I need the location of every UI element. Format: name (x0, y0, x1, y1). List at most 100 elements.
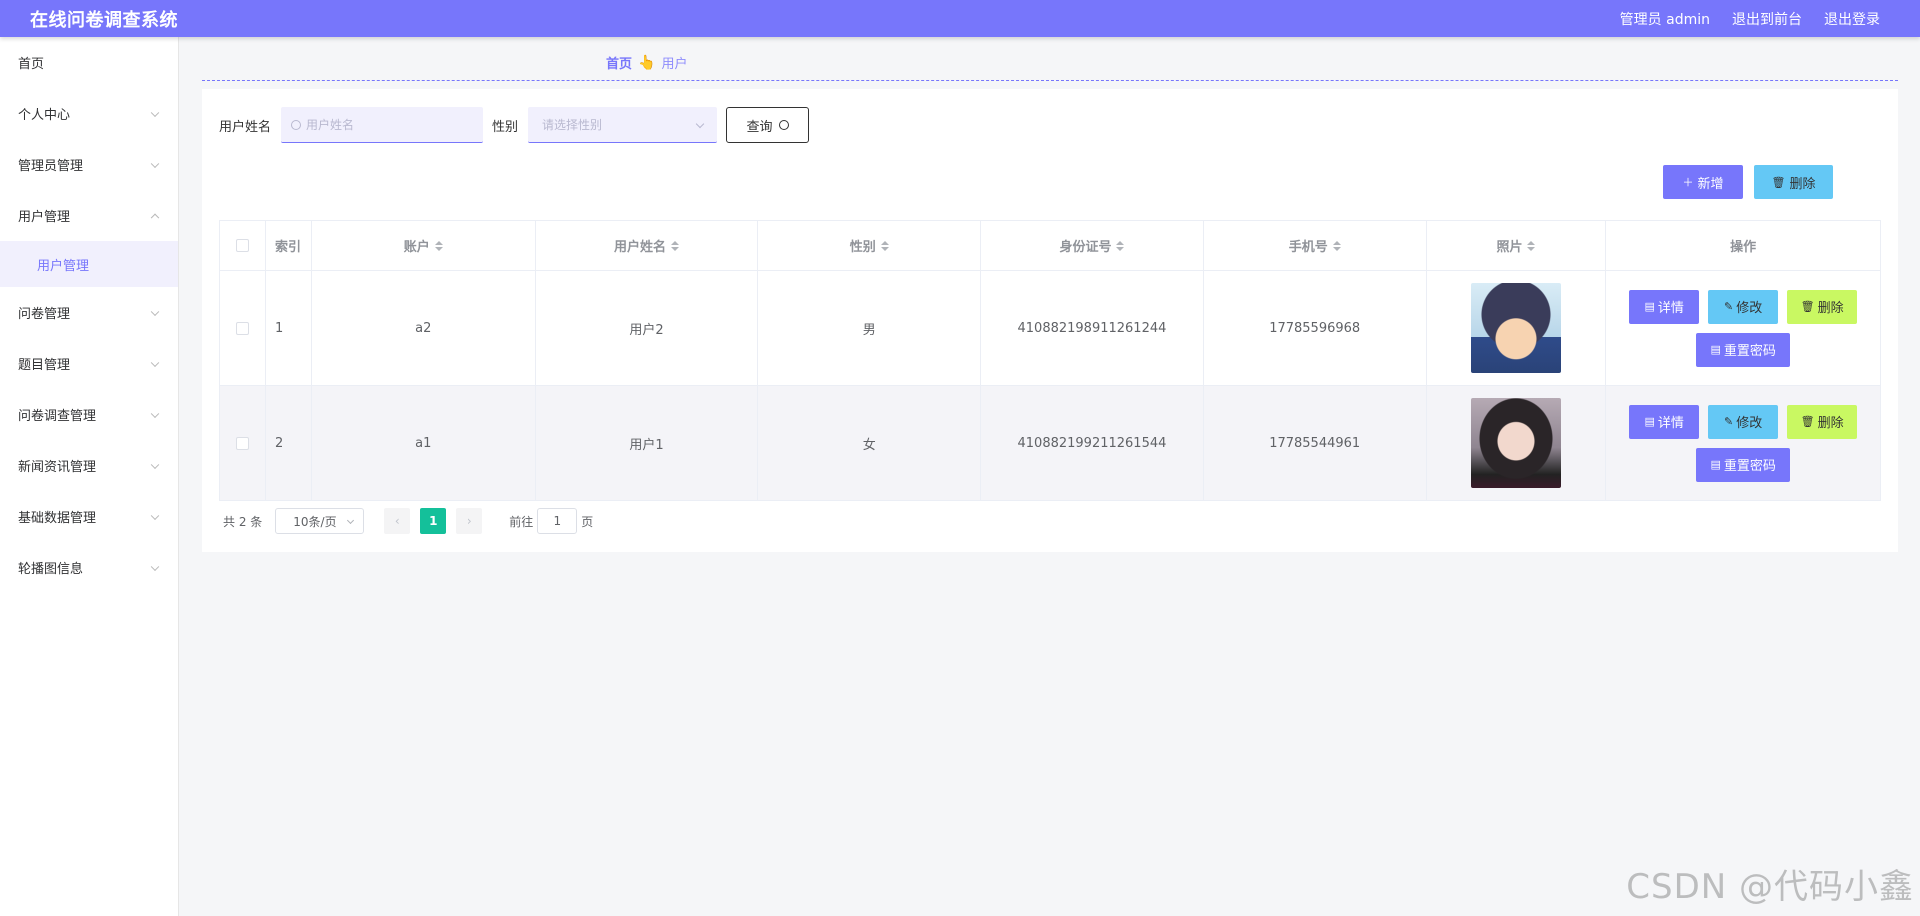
document-icon: ▤ (1710, 458, 1721, 471)
sidebar-item-carousel-info[interactable]: 轮播图信息 (0, 542, 178, 593)
admin-label: 管理员 admin (1619, 11, 1710, 28)
chevron-down-icon (150, 307, 160, 316)
cell-gender: 女 (758, 386, 982, 500)
prev-page-button[interactable]: ‹ (384, 508, 411, 534)
breadcrumb-current: 用户 (661, 57, 688, 72)
cell-actions: ▤ 详情 ✎ 修改 🗑 删除 ▤ 重置密码 (1606, 386, 1880, 500)
header-account[interactable]: 账户 (312, 221, 536, 270)
sidebar-item-user-management[interactable]: 用户管理 (0, 190, 178, 241)
query-button[interactable]: 查询 (726, 107, 810, 143)
top-bar: 在线问卷调查系统 管理员 admin 退出到前台 退出登录 (0, 0, 1920, 37)
sidebar-item-questionnaire-management[interactable]: 问卷管理 (0, 287, 178, 338)
detail-label: 详情 (1657, 416, 1684, 431)
cell-gender: 男 (758, 271, 982, 385)
document-icon: ▤ (1710, 343, 1721, 356)
page-size-select[interactable]: 10条/页 (275, 508, 365, 534)
chevron-down-icon (150, 460, 160, 469)
row-checkbox[interactable] (235, 321, 249, 335)
next-page-button[interactable]: › (456, 508, 483, 534)
table-row: 1 a2 用户2 男 410882198911261244 1778559696… (220, 271, 1880, 386)
sort-icon[interactable] (434, 240, 443, 251)
gender-select[interactable]: 请选择性别 (528, 107, 718, 143)
cell-phone: 17785596968 (1204, 271, 1427, 385)
edit-button[interactable]: ✎ 修改 (1708, 289, 1779, 324)
add-button-label: 新增 (1697, 176, 1724, 192)
sidebar-item-admin-management[interactable]: 管理员管理 (0, 139, 178, 190)
sidebar-item-survey-management[interactable]: 问卷调查管理 (0, 389, 178, 440)
header-phone[interactable]: 手机号 (1204, 221, 1427, 270)
header-id-card[interactable]: 身份证号 (981, 221, 1204, 270)
watermark: CSDN @代码小鑫 (1626, 867, 1914, 907)
pointing-hand-icon: 👆 (638, 54, 656, 71)
chevron-down-icon (695, 119, 705, 129)
sort-icon[interactable] (1527, 240, 1536, 251)
chevron-down-icon (150, 511, 160, 520)
delete-label: 删除 (1817, 416, 1844, 431)
cell-account: a2 (312, 271, 536, 385)
sidebar-item-base-data-management[interactable]: 基础数据管理 (0, 491, 178, 542)
delete-button[interactable]: 🗑 删除 (1787, 289, 1858, 324)
select-all-checkbox[interactable] (235, 239, 249, 252)
goto-page-input[interactable]: 1 (537, 508, 578, 534)
sidebar-item-question-management[interactable]: 题目管理 (0, 338, 178, 389)
sidebar-subitem-user-management[interactable]: 用户管理 (0, 241, 178, 287)
query-button-label: 查询 (746, 119, 773, 135)
sidebar-item-home[interactable]: 首页 (0, 37, 178, 88)
delete-button[interactable]: 🗑 删除 (1787, 404, 1858, 439)
document-icon: ▤ (1644, 300, 1655, 313)
cell-photo (1427, 271, 1607, 385)
breadcrumb-home[interactable]: 首页 (606, 53, 632, 72)
sidebar: 首页 个人中心 管理员管理 用户管理 用户管理 问卷管理 题目管理 问卷调查管理… (0, 37, 179, 916)
user-photo[interactable] (1470, 398, 1561, 488)
user-photo[interactable] (1470, 283, 1561, 373)
cell-photo (1427, 386, 1607, 500)
chevron-down-icon (150, 159, 160, 168)
cell-index: 2 (266, 386, 312, 500)
name-label: 用户姓名 (219, 119, 272, 135)
cell-actions: ▤ 详情 ✎ 修改 🗑 删除 ▤ 重置密码 (1606, 271, 1880, 385)
goto-label: 前往 (509, 514, 534, 529)
pagination: 共 2 条 10条/页 ‹ 1 › 前往 1 页 (223, 508, 593, 534)
row-checkbox[interactable] (235, 436, 249, 450)
page-size-value: 10条/页 (293, 514, 337, 529)
header-photo[interactable]: 照片 (1427, 221, 1607, 270)
chevron-down-icon (150, 108, 160, 117)
header-name[interactable]: 用户姓名 (536, 221, 759, 270)
header-label: 性别 (849, 240, 876, 255)
logout-link[interactable]: 退出登录 (1824, 9, 1880, 29)
cell-account: a1 (312, 386, 536, 500)
header-label: 手机号 (1288, 240, 1328, 255)
detail-button[interactable]: ▤ 详情 (1629, 404, 1700, 439)
sidebar-item-label: 基础数据管理 (18, 511, 97, 526)
plus-icon: ＋ (1682, 176, 1694, 189)
sort-icon[interactable] (671, 240, 679, 251)
sort-icon[interactable] (1116, 240, 1125, 251)
detail-button[interactable]: ▤ 详情 (1629, 289, 1700, 324)
add-button[interactable]: ＋ 新增 (1663, 165, 1743, 199)
sidebar-item-personal-center[interactable]: 个人中心 (0, 88, 178, 139)
name-search-input[interactable]: 用户姓名 (281, 107, 484, 143)
app-title: 在线问卷调查系统 (30, 9, 178, 31)
sidebar-item-label: 轮播图信息 (18, 562, 84, 577)
user-table: 索引 账户 用户姓名 性别 身份证号 手机号 照片 操作 1 a2 用户2 男 … (219, 220, 1881, 501)
name-search-placeholder: 用户姓名 (306, 118, 355, 132)
delete-label: 删除 (1817, 301, 1844, 316)
sidebar-item-label: 用户管理 (18, 210, 71, 225)
sort-icon[interactable] (880, 240, 889, 251)
header-gender[interactable]: 性别 (758, 221, 982, 270)
chevron-right-icon: › (466, 514, 472, 528)
reset-password-button[interactable]: ▤ 重置密码 (1696, 332, 1791, 367)
sidebar-item-news-management[interactable]: 新闻资讯管理 (0, 440, 178, 491)
pencil-icon: ✎ (1724, 415, 1734, 428)
batch-delete-button[interactable]: 🗑 删除 (1754, 165, 1833, 199)
chevron-down-icon (150, 409, 160, 418)
page-number[interactable]: 1 (420, 508, 447, 534)
pencil-icon: ✎ (1724, 300, 1734, 313)
table-row: 2 a1 用户1 女 410882199211261544 1778554496… (220, 386, 1880, 500)
reset-password-button[interactable]: ▤ 重置密码 (1696, 447, 1791, 482)
exit-to-front-link[interactable]: 退出到前台 (1732, 9, 1802, 29)
edit-button[interactable]: ✎ 修改 (1708, 404, 1779, 439)
sort-icon[interactable] (1332, 240, 1341, 251)
breadcrumb: 首页 👆 用户 (606, 53, 688, 73)
header-label: 用户姓名 (613, 240, 666, 255)
